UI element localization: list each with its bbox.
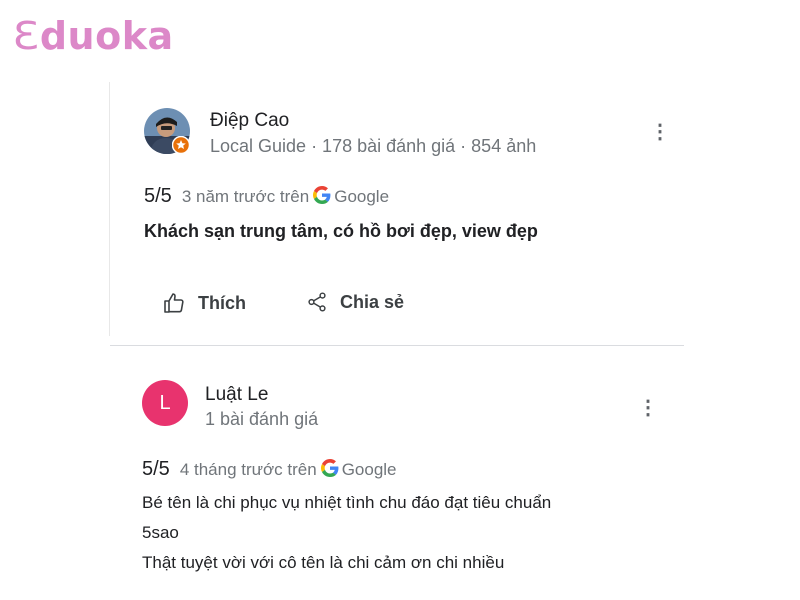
- review-time: 3 năm trước trên: [181, 187, 310, 206]
- like-label: Thích: [198, 292, 246, 313]
- rating-row: 5/5 3 năm trước trên Google: [144, 184, 389, 208]
- rating-score: 5/5: [144, 185, 172, 207]
- share-button[interactable]: Chia sẻ: [306, 291, 404, 313]
- brand-logo: Ɛduoka: [12, 14, 174, 58]
- more-vertical-icon[interactable]: ⋮: [650, 122, 670, 142]
- avatar[interactable]: L: [142, 380, 188, 426]
- share-icon: [308, 292, 326, 312]
- review-text: Bé tên là chi phục vụ nhiệt tình chu đáo…: [142, 488, 551, 578]
- like-button[interactable]: Thích: [162, 291, 246, 315]
- source-label: Google: [334, 187, 390, 206]
- review-card: Điệp Cao Local Guide · 178 bài đánh giá …: [110, 82, 684, 336]
- author-meta: 1 bài đánh giá: [205, 409, 319, 429]
- author-name[interactable]: Luật Le: [205, 384, 268, 406]
- brand-logo-text: duoka: [39, 14, 174, 58]
- review-line: Thật tuyệt vời với cô tên là chi cảm ơn …: [142, 553, 505, 572]
- author-meta: Local Guide · 178 bài đánh giá · 854 ảnh: [210, 136, 537, 156]
- review-card: L Luật Le 1 bài đánh giá ⋮ 5/5 4 tháng t…: [110, 360, 684, 600]
- google-icon: [313, 186, 331, 204]
- google-icon: [320, 459, 339, 477]
- share-label: Chia sẻ: [340, 291, 405, 312]
- local-guide-star-icon: [172, 136, 190, 154]
- source-label: Google: [341, 460, 397, 479]
- review-time: 4 tháng trước trên: [179, 460, 317, 479]
- review-text: Khách sạn trung tâm, có hồ bơi đẹp, view…: [144, 221, 538, 241]
- rating-score: 5/5: [142, 458, 170, 480]
- review-line: Bé tên là chi phục vụ nhiệt tình chu đáo…: [142, 493, 552, 512]
- thumbs-up-icon: [164, 293, 184, 313]
- brand-logo-mark: Ɛ: [12, 14, 40, 58]
- review-line: 5sao: [142, 523, 179, 542]
- more-vertical-icon[interactable]: ⋮: [638, 398, 658, 418]
- review-divider: [110, 345, 684, 346]
- rating-row: 5/5 4 tháng trước trên Google: [142, 457, 397, 481]
- author-name[interactable]: Điệp Cao: [210, 110, 289, 132]
